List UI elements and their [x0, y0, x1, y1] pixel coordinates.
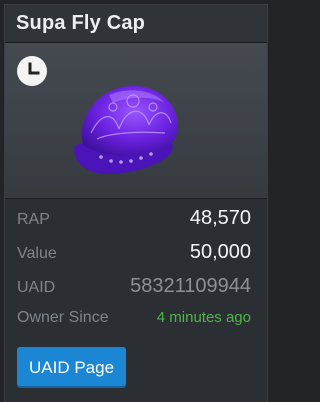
card-header: Supa Fly Cap	[5, 5, 267, 43]
value-label: Value	[17, 245, 57, 262]
uaid-page-button[interactable]: UAID Page	[17, 347, 127, 388]
owner-since-label: Owner Since	[17, 309, 109, 326]
rap-value: 48,570	[189, 207, 251, 229]
item-details: RAP 48,570 Value 50,000 UAID 58321109944…	[5, 199, 267, 343]
item-card: Supa Fly Cap RAP 48,570 Value 50,000 UAI…	[4, 4, 268, 402]
clock-icon	[17, 56, 47, 86]
owner-since-row: Owner Since 4 minutes ago	[17, 309, 251, 343]
cap-item-image	[74, 86, 178, 175]
owner-since-value: 4 minutes ago	[156, 309, 251, 326]
value-row: Value 50,000	[17, 241, 251, 275]
item-thumbnail[interactable]	[5, 43, 267, 199]
uaid-value: 58321109944	[130, 275, 251, 297]
item-title[interactable]: Supa Fly Cap	[16, 12, 267, 35]
uaid-row: UAID 58321109944	[17, 275, 251, 309]
rap-row: RAP 48,570	[17, 207, 251, 241]
value-value: 50,000	[189, 241, 251, 263]
rap-label: RAP	[17, 211, 50, 228]
uaid-label: UAID	[17, 279, 56, 296]
